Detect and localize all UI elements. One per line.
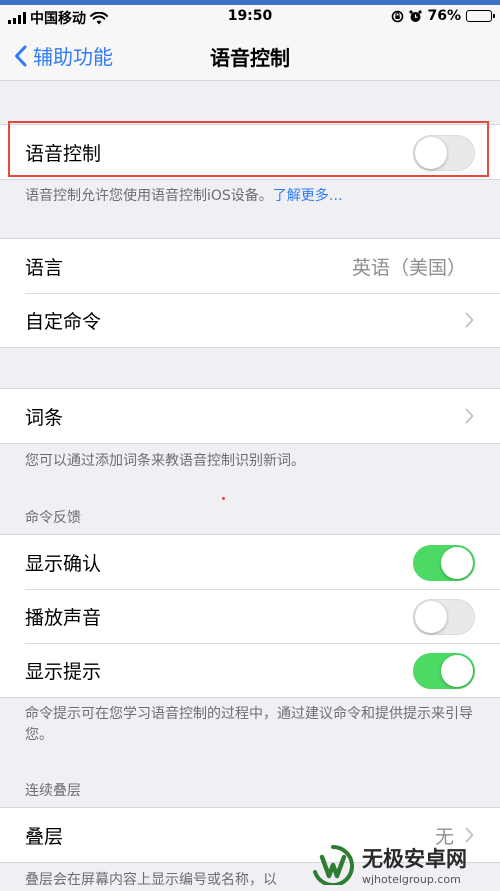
orientation-lock-icon	[392, 10, 404, 22]
battery-icon	[466, 10, 495, 22]
chevron-right-icon	[465, 312, 474, 328]
play-sound-row: 播放声音	[0, 589, 500, 643]
status-bar: 中国移动 19:50 76%	[0, 5, 500, 29]
voice-control-footnote: 语音控制允许您使用语音控制iOS设备。了解更多…	[25, 188, 343, 204]
watermark: 无极安卓网 wjhotelgroup.com	[310, 838, 500, 891]
voice-control-row: 语音控制	[0, 125, 500, 179]
vocabulary-label: 词条	[25, 406, 64, 429]
vocabulary-group: 词条	[0, 388, 500, 444]
overlay-label: 叠层	[25, 825, 64, 848]
language-row[interactable]: 语言 英语（美国）	[0, 239, 500, 293]
vocabulary-row[interactable]: 词条	[0, 389, 500, 443]
play-sound-label: 播放声音	[25, 606, 102, 629]
language-label: 语言	[25, 256, 64, 279]
marker-dot	[222, 497, 225, 500]
watermark-title: 无极安卓网	[362, 847, 467, 871]
page-title: 语音控制	[210, 46, 290, 70]
show-hints-row: 显示提示	[0, 643, 500, 697]
command-feedback-header: 命令反馈	[25, 510, 81, 526]
watermark-url: wjhotelgroup.com	[362, 873, 461, 886]
command-feedback-footnote: 命令提示可在您学习语音控制的过程中，通过建议命令和提供提示来引导您。	[25, 706, 473, 743]
vocabulary-footnote: 您可以通过添加词条来教语音控制识别新词。	[25, 453, 305, 469]
show-hints-toggle[interactable]	[413, 653, 475, 689]
voice-control-group: 语音控制	[0, 124, 500, 180]
show-hints-label: 显示提示	[25, 660, 102, 683]
alarm-icon	[409, 9, 423, 22]
chevron-right-icon	[465, 408, 474, 424]
battery-percent: 76%	[427, 8, 461, 24]
voice-control-toggle[interactable]	[413, 135, 475, 171]
logo-icon	[313, 844, 355, 885]
show-confirmation-toggle[interactable]	[413, 545, 475, 581]
command-feedback-group: 显示确认 播放声音 显示提示	[0, 534, 500, 698]
language-group: 语言 英语（美国） 自定命令	[0, 238, 500, 348]
custom-commands-label: 自定命令	[25, 310, 102, 333]
learn-more-link[interactable]: 了解更多…	[273, 188, 343, 204]
navigation-bar: 辅助功能 语音控制	[0, 29, 500, 81]
voice-control-label: 语音控制	[25, 142, 102, 165]
show-confirmation-label: 显示确认	[25, 552, 102, 575]
show-confirmation-row: 显示确认	[0, 535, 500, 589]
play-sound-toggle[interactable]	[413, 599, 475, 635]
language-value: 英语（美国）	[351, 256, 466, 279]
continuous-overlay-header: 连续叠层	[25, 783, 81, 799]
custom-commands-row[interactable]: 自定命令	[0, 293, 500, 347]
